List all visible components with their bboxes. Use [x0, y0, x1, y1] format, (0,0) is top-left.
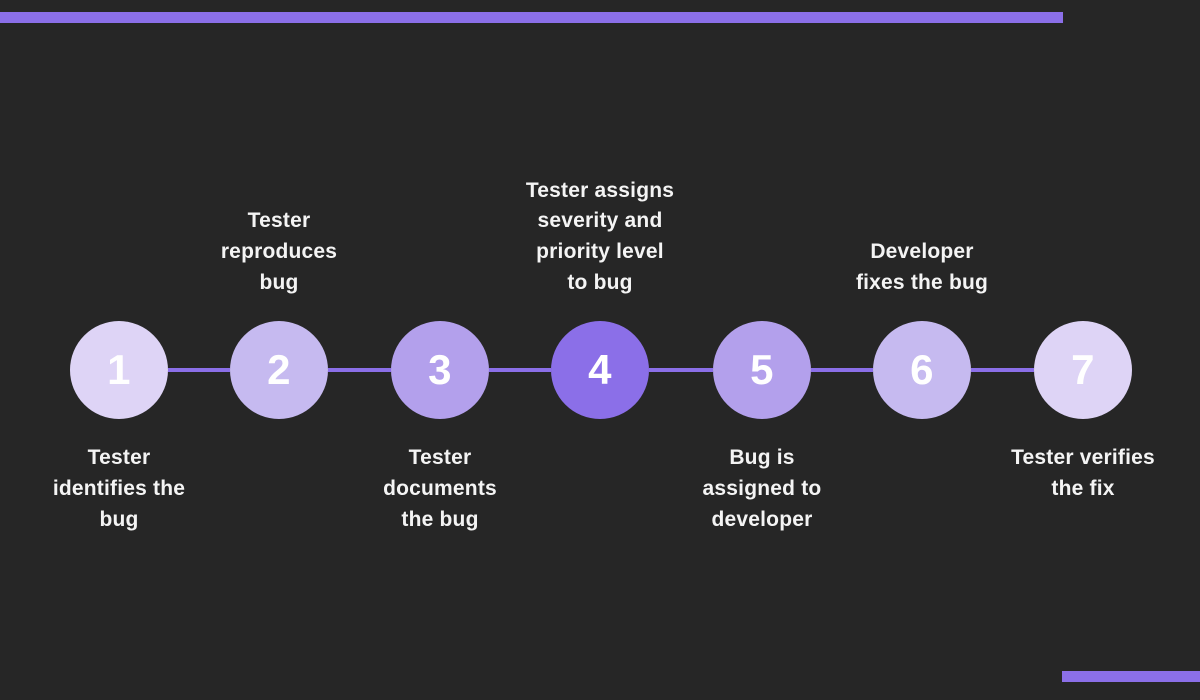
step-caption-7: Tester verifies the fix [1011, 446, 1155, 500]
step-caption-4: Tester assigns severity and priority lev… [525, 178, 675, 295]
infographic-canvas: 1 Tester identifies the bug 2 Tester reprod… [0, 0, 1200, 700]
step-caption-3: Tester documents the bug [383, 446, 497, 531]
timeline-connector-2-to-3 [328, 368, 391, 372]
step-number-2: 2 [267, 346, 291, 393]
timeline-connector-6-to-7 [971, 368, 1034, 372]
step-number-6: 6 [910, 346, 934, 393]
timeline-connector-4-to-5 [649, 368, 713, 372]
step-node-5[interactable]: 5 [713, 321, 811, 419]
timeline-connector-3-to-4 [489, 368, 551, 372]
timeline-connector-5-to-6 [811, 368, 873, 372]
step-node-3[interactable]: 3 [391, 321, 489, 419]
step-caption-5: Bug is assigned to developer [702, 446, 822, 531]
step-number-5: 5 [750, 346, 774, 393]
step-number-7: 7 [1071, 346, 1095, 393]
step-caption-1: Tester identifies the bug [52, 446, 186, 531]
step-number-1: 1 [107, 346, 131, 393]
step-node-1[interactable]: 1 [70, 321, 168, 419]
step-node-7[interactable]: 7 [1034, 321, 1132, 419]
step-node-4[interactable]: 4 [551, 321, 649, 419]
step-node-6[interactable]: 6 [873, 321, 971, 419]
step-node-2[interactable]: 2 [230, 321, 328, 419]
process-timeline: 1 Tester identifies the bug 2 Tester reprod… [0, 0, 1200, 700]
step-number-3: 3 [428, 346, 452, 393]
step-caption-2: Tester reproduces bug [220, 209, 338, 295]
step-caption-6: Developer fixes the bug [855, 240, 989, 295]
timeline-connector-1-to-2 [168, 368, 230, 372]
step-number-4: 4 [588, 346, 612, 393]
